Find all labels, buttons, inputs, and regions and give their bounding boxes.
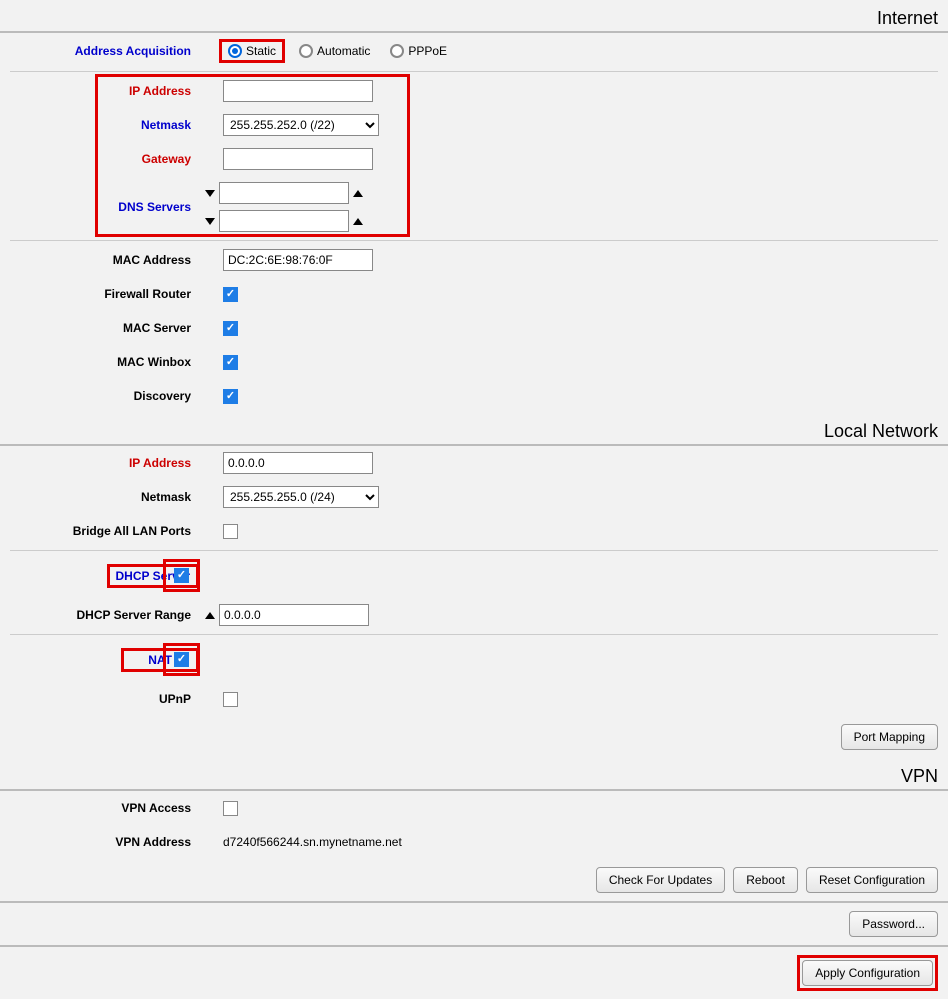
firewall-router-label: Firewall Router — [0, 287, 205, 301]
firewall-router-checkbox[interactable] — [223, 287, 238, 302]
mac-winbox-checkbox[interactable] — [223, 355, 238, 370]
radio-static[interactable]: Static — [219, 39, 285, 63]
apply-configuration-button[interactable]: Apply Configuration — [802, 960, 933, 986]
radio-automatic-label: Automatic — [317, 44, 370, 58]
upnp-checkbox[interactable] — [223, 692, 238, 707]
local-ip-address-input[interactable] — [223, 452, 373, 474]
expand-icon[interactable] — [205, 612, 215, 619]
port-mapping-button[interactable]: Port Mapping — [841, 724, 938, 750]
dhcp-range-input[interactable] — [219, 604, 369, 626]
dhcp-server-checkbox[interactable] — [174, 568, 189, 583]
vpn-access-label: VPN Access — [0, 801, 205, 815]
bridge-lan-checkbox[interactable] — [223, 524, 238, 539]
upnp-label: UPnP — [0, 692, 205, 706]
vpn-access-checkbox[interactable] — [223, 801, 238, 816]
reset-configuration-button[interactable]: Reset Configuration — [806, 867, 938, 893]
radio-dot-icon — [390, 44, 404, 58]
collapse-icon[interactable] — [205, 190, 215, 197]
dhcp-range-label: DHCP Server Range — [0, 608, 205, 622]
vpn-address-value: d7240f566244.sn.mynetname.net — [223, 835, 402, 849]
collapse-icon[interactable] — [205, 218, 215, 225]
nat-checkbox[interactable] — [174, 652, 189, 667]
dns-servers-label: DNS Servers — [0, 200, 205, 214]
netmask-select[interactable]: 255.255.252.0 (/22) — [223, 114, 379, 136]
discovery-label: Discovery — [0, 389, 205, 403]
radio-pppoe-label: PPPoE — [408, 44, 447, 58]
dns-server-1-input[interactable] — [219, 182, 349, 204]
radio-automatic[interactable]: Automatic — [297, 42, 376, 60]
local-ip-address-label: IP Address — [0, 456, 205, 470]
check-for-updates-button[interactable]: Check For Updates — [596, 867, 725, 893]
reboot-button[interactable]: Reboot — [733, 867, 798, 893]
dns-server-2-input[interactable] — [219, 210, 349, 232]
radio-dot-icon — [299, 44, 313, 58]
section-header-internet: Internet — [0, 2, 948, 33]
ip-address-label: IP Address — [0, 84, 205, 98]
radio-dot-icon — [228, 44, 242, 58]
section-header-vpn: VPN — [0, 760, 948, 791]
password-button[interactable]: Password... — [849, 911, 938, 937]
netmask-label: Netmask — [0, 118, 205, 132]
radio-static-label: Static — [246, 44, 276, 58]
add-icon[interactable] — [353, 218, 363, 225]
mac-server-checkbox[interactable] — [223, 321, 238, 336]
gateway-label: Gateway — [0, 152, 205, 166]
ip-address-input[interactable] — [223, 80, 373, 102]
mac-server-label: MAC Server — [0, 321, 205, 335]
local-netmask-label: Netmask — [0, 490, 205, 504]
address-acquisition-label: Address Acquisition — [0, 44, 205, 58]
mac-address-input[interactable] — [223, 249, 373, 271]
discovery-checkbox[interactable] — [223, 389, 238, 404]
local-netmask-select[interactable]: 255.255.255.0 (/24) — [223, 486, 379, 508]
add-icon[interactable] — [353, 190, 363, 197]
section-header-local: Local Network — [0, 415, 948, 446]
vpn-address-label: VPN Address — [0, 835, 205, 849]
bridge-lan-label: Bridge All LAN Ports — [0, 524, 205, 538]
radio-pppoe[interactable]: PPPoE — [388, 42, 453, 60]
mac-winbox-label: MAC Winbox — [0, 355, 205, 369]
mac-address-label: MAC Address — [0, 253, 205, 267]
gateway-input[interactable] — [223, 148, 373, 170]
